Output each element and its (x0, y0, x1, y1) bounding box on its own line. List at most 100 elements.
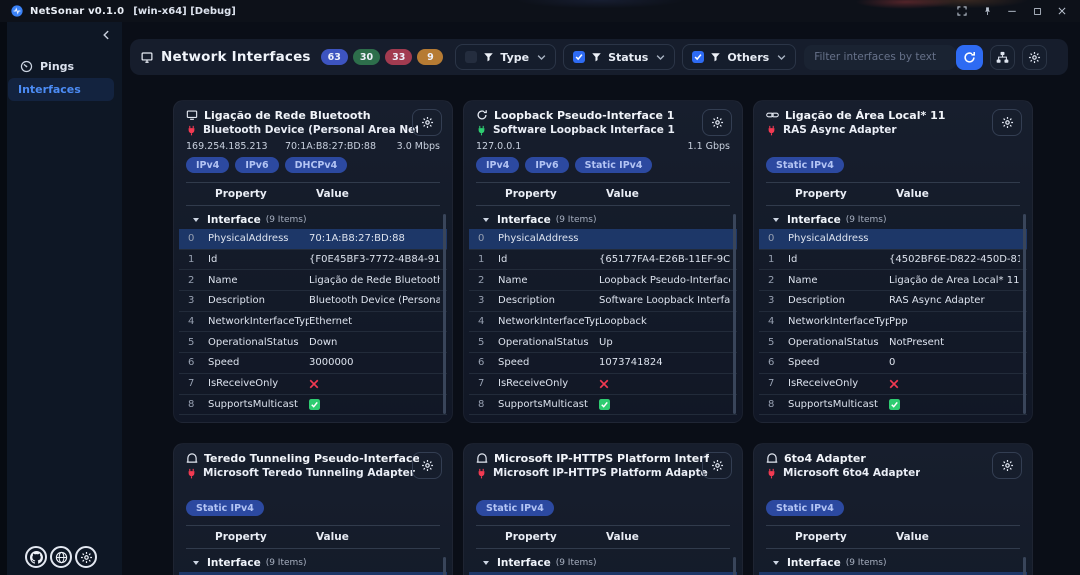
interface-name: 6to4 Adapter (784, 452, 866, 465)
horizontal-scrollbar[interactable] (199, 422, 427, 423)
close-icon[interactable] (1056, 5, 1068, 17)
property-name: OperationalStatus (788, 337, 889, 348)
property-row[interactable]: 5OperationalStatusNotPresent (759, 332, 1027, 353)
property-row[interactable]: 1Id{4502BF6E-D822-450D-8185-D23353 (759, 250, 1027, 271)
property-row[interactable]: 7IsReceiveOnly (759, 374, 1027, 395)
card-settings-button[interactable] (992, 452, 1022, 479)
sidebar-collapse-button[interactable] (99, 28, 113, 42)
sidebar-item-pings[interactable]: Pings (8, 55, 114, 78)
card-settings-button[interactable] (992, 109, 1022, 136)
property-row[interactable]: 1Id{65177FA4-E26B-11EF-9C10-806E6F6E (469, 250, 737, 271)
interface-group-header[interactable]: Interface (9 Items) (179, 555, 447, 570)
interface-name: Teredo Tunneling Pseudo-Interface (204, 452, 419, 465)
value-column-header: Value (606, 188, 730, 200)
main-area: Network Interfaces 63 30 33 9 Type Statu… (122, 22, 1080, 575)
row-index: 5 (186, 337, 208, 348)
vertical-scrollbar[interactable] (443, 557, 446, 575)
property-name: Name (208, 275, 309, 286)
property-value: 3000000 (309, 357, 440, 368)
property-name: PhysicalAddress (498, 233, 599, 244)
protocol-badges: IPv4IPv6DHCPv4 (186, 157, 440, 173)
card-settings-button[interactable] (412, 109, 442, 136)
sidebar: Pings Interfaces (0, 22, 122, 575)
topology-button[interactable] (990, 45, 1015, 70)
settings-button[interactable] (1022, 45, 1047, 70)
property-row[interactable]: 8SupportsMulticast (759, 395, 1027, 416)
interface-group-header[interactable]: Interface (9 Items) (759, 212, 1027, 227)
protocol-badge: IPv4 (186, 157, 229, 173)
fullscreen-icon[interactable] (956, 5, 968, 17)
others-filter-checkbox[interactable] (692, 51, 704, 63)
horizontal-scrollbar[interactable] (779, 422, 1007, 423)
filter-type-dropdown[interactable]: Type (455, 44, 556, 70)
property-row[interactable]: 5OperationalStatusDown (179, 332, 447, 353)
vertical-scrollbar[interactable] (1023, 557, 1026, 575)
property-row[interactable]: 7IsReceiveOnly (179, 374, 447, 395)
app-title-suffix: [win-x64] [Debug] (133, 6, 236, 17)
property-row[interactable]: 0PhysicalAddress70:1A:B8:27:BD:88 (179, 229, 447, 250)
property-row[interactable]: 8SupportsMulticast (179, 395, 447, 416)
property-row[interactable]: 3DescriptionSoftware Loopback Interface … (469, 291, 737, 312)
property-value: {4502BF6E-D822-450D-8185-D23353 (889, 254, 1020, 265)
property-value (599, 399, 730, 410)
pin-icon[interactable] (981, 5, 993, 17)
globe-icon[interactable] (50, 546, 72, 568)
vertical-scrollbar[interactable] (733, 214, 736, 414)
interface-group-header[interactable]: Interface (9 Items) (469, 212, 737, 227)
connection-status-icon (766, 468, 777, 479)
status-filter-checkbox[interactable] (573, 51, 585, 63)
app-logo-icon (11, 5, 23, 17)
property-row[interactable]: 2NameLoopback Pseudo-Interface 1 (469, 270, 737, 291)
property-row[interactable]: 8SupportsMulticast (469, 395, 737, 416)
row-index: 3 (476, 295, 498, 306)
search-input[interactable] (804, 45, 956, 70)
vertical-scrollbar[interactable] (1023, 214, 1026, 414)
property-row[interactable]: 3DescriptionRAS Async Adapter (759, 291, 1027, 312)
property-row[interactable]: 1Id{F0E45BF3-7772-4B84-917D-7FD01C9 (179, 250, 447, 271)
card-settings-button[interactable] (702, 452, 732, 479)
property-row[interactable]: 0PhysicalAddress (469, 229, 737, 250)
property-column-header: Property (795, 188, 896, 200)
settings-gear-icon[interactable] (75, 546, 97, 568)
property-row[interactable]: 6Speed1073741824 (469, 353, 737, 374)
type-filter-checkbox[interactable] (465, 51, 477, 63)
property-row[interactable]: 3DescriptionBluetooth Device (Personal A… (179, 291, 447, 312)
github-icon[interactable] (25, 546, 47, 568)
property-row[interactable]: 4NetworkInterfaceTypeLoopback (469, 312, 737, 333)
vertical-scrollbar[interactable] (443, 214, 446, 414)
refresh-button[interactable] (956, 45, 983, 70)
horizontal-scrollbar[interactable] (489, 422, 717, 423)
property-row[interactable]: 4NetworkInterfaceTypePpp (759, 312, 1027, 333)
protocol-badge: IPv6 (525, 157, 568, 173)
property-row[interactable]: 6Speed0 (759, 353, 1027, 374)
row-index: 0 (476, 233, 498, 244)
filter-status-dropdown[interactable]: Status (563, 44, 675, 70)
property-row[interactable]: 6Speed3000000 (179, 353, 447, 374)
card-settings-button[interactable] (412, 452, 442, 479)
filter-others-dropdown[interactable]: Others (682, 44, 796, 70)
connection-status-icon (186, 468, 197, 479)
property-value (309, 379, 440, 389)
property-row[interactable]: 7IsReceiveOnly (469, 374, 737, 395)
property-row[interactable]: 2NameLigação de Rede Bluetooth (179, 270, 447, 291)
property-row[interactable]: 0PhysicalAddress (759, 229, 1027, 250)
mac-address: 70:1A:B8:27:BD:88 (281, 141, 380, 152)
vertical-scrollbar[interactable] (733, 557, 736, 575)
minimize-icon[interactable] (1006, 5, 1018, 17)
interface-group-header[interactable]: Interface (9 Items) (179, 212, 447, 227)
maximize-icon[interactable] (1031, 5, 1043, 17)
property-value: Ligação de Rede Bluetooth (309, 275, 440, 286)
ip-address: 169.254.185.213 (186, 141, 281, 152)
interface-group-header[interactable]: Interface (9 Items) (469, 555, 737, 570)
property-row[interactable]: 4NetworkInterfaceTypeEthernet (179, 312, 447, 333)
link-speed: 3.0 Mbps (380, 141, 440, 152)
interface-group-header[interactable]: Interface (9 Items) (759, 555, 1027, 570)
property-row[interactable]: 2NameLigação de Área Local* 11 (759, 270, 1027, 291)
sidebar-item-interfaces[interactable]: Interfaces (8, 78, 114, 101)
network-adapter-icon (140, 51, 154, 64)
property-row[interactable]: 5OperationalStatusUp (469, 332, 737, 353)
value-column-header: Value (316, 188, 440, 200)
property-value (889, 379, 1020, 389)
protocol-badges: Static IPv4 (476, 500, 730, 516)
card-settings-button[interactable] (702, 109, 732, 136)
